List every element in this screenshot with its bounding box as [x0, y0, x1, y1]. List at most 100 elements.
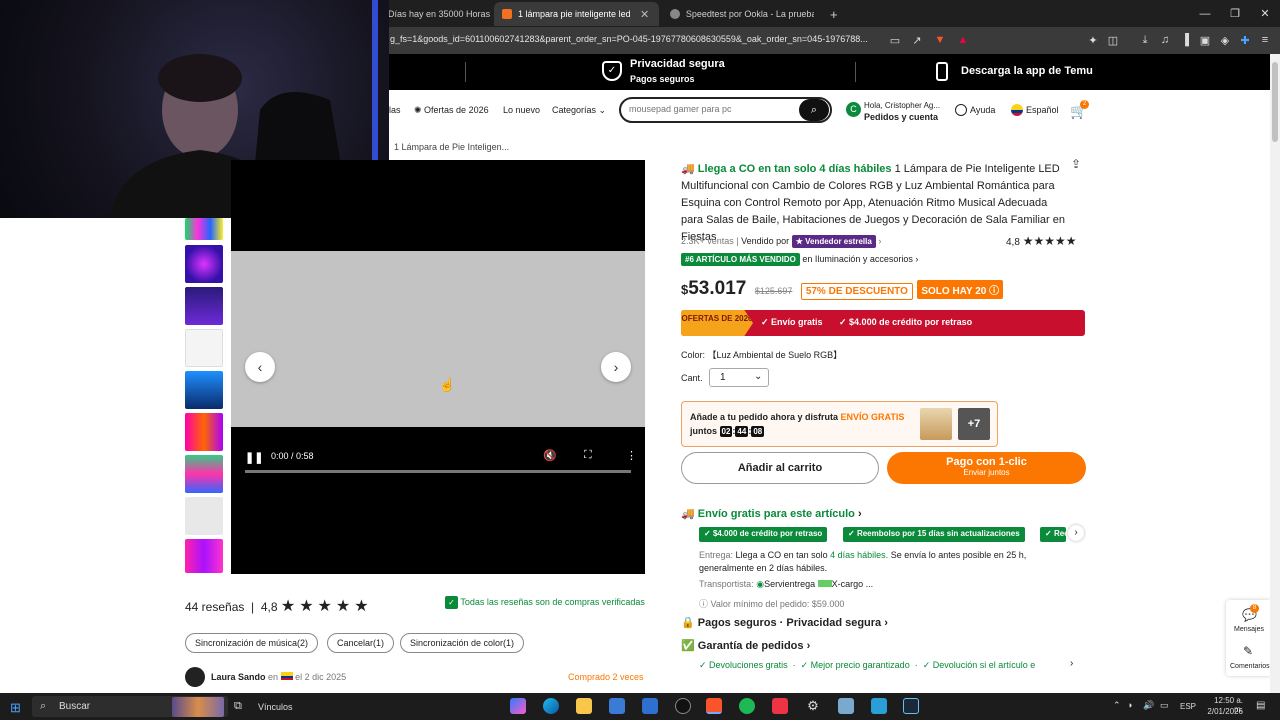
store-icon[interactable] [609, 698, 625, 714]
download-icon[interactable]: ⤓ [1138, 33, 1152, 47]
game-icon[interactable] [772, 698, 788, 714]
taskbar-date[interactable]: 2/01/2026 [1203, 707, 1243, 716]
video-progress-bar[interactable] [245, 470, 631, 473]
add-to-cart-button[interactable]: Añadir al carrito [681, 452, 879, 484]
share-icon[interactable]: ⇪ [1071, 157, 1081, 171]
nav-offers[interactable]: ✺ Ofertas de 2026 [414, 105, 489, 116]
mail-icon[interactable] [642, 698, 658, 714]
user-orders[interactable]: Pedidos y cuenta [864, 112, 938, 122]
free-shipping-title[interactable]: 🚚 Envío gratis para este artículo › [681, 507, 862, 520]
user-greeting[interactable]: Hola, Cristopher Ag... [864, 101, 940, 110]
taskbar-lang[interactable]: ESP [1180, 702, 1196, 711]
guarantee-next-icon[interactable]: › [1070, 658, 1073, 669]
network-icon[interactable]: ▭ [1160, 700, 1169, 711]
nav-item-partial[interactable]: las [389, 105, 401, 115]
copilot-icon[interactable] [510, 698, 526, 714]
tray-chevron-icon[interactable]: ⌃ [1113, 700, 1121, 711]
thumbnail[interactable] [185, 329, 223, 367]
app-icon[interactable] [871, 698, 887, 714]
bundle-promo[interactable]: Añade a tu pedido ahora y disfruta ENVÍO… [681, 401, 998, 447]
buy-now-button[interactable]: Pago con 1-clic Enviar juntos [887, 452, 1086, 484]
review-filter-chip[interactable]: Sincronización de color(1) [400, 633, 525, 653]
menu-icon[interactable]: ≡ [1258, 33, 1272, 47]
quantity-select[interactable]: 1 ⌄ [709, 368, 769, 387]
brave-icon[interactable] [706, 698, 722, 714]
tray-app-icon[interactable]: ◑ [1127, 700, 1132, 710]
prev-image-button[interactable]: ‹ [245, 352, 275, 382]
wallet-icon[interactable]: ▣ [1198, 33, 1212, 47]
edge-icon[interactable] [543, 698, 559, 714]
search-input[interactable] [629, 104, 799, 114]
brave-shield-icon[interactable]: ▼ [933, 33, 947, 47]
fullscreen-icon[interactable]: ⛶ [584, 449, 592, 462]
nav-new[interactable]: Lo nuevo [503, 105, 540, 115]
minimize-icon[interactable]: — [1188, 0, 1222, 27]
thumbnail[interactable] [185, 539, 223, 573]
tab-2-active[interactable]: 1 lámpara pie inteligente led mú ✕ [494, 2, 659, 26]
url-field[interactable]: g_fs=1&goods_id=601100602741283&parent_o… [390, 34, 868, 44]
secure-payments[interactable]: 🔒 Pagos seguros · Privacidad segura › [681, 616, 888, 629]
music-icon[interactable]: ♫ [1158, 33, 1172, 47]
rewards-icon[interactable]: ▲ [956, 33, 970, 47]
product-title-text: 1 Lámpara de Pie Inteligente LED Multifu… [681, 163, 1065, 243]
more-options-icon[interactable]: ⋮ [626, 449, 637, 462]
extension-blue-icon[interactable]: ✚ [1238, 33, 1252, 47]
messages-label[interactable]: Mensajes [1234, 626, 1264, 633]
mute-icon[interactable]: 🔇 [543, 449, 557, 462]
review-filter-chip[interactable]: Sincronización de música(2) [185, 633, 319, 653]
comments-icon[interactable]: ✎ [1243, 644, 1253, 658]
volume-icon[interactable]: 🔊 [1143, 700, 1154, 711]
thumbnail[interactable] [185, 218, 223, 240]
truck-icon: 🚚 [681, 163, 698, 175]
github-icon[interactable] [675, 698, 691, 714]
nav-help[interactable]: Ayuda [970, 105, 995, 115]
notifications-icon[interactable]: ▤ [1256, 700, 1265, 711]
new-tab-button[interactable]: + [822, 2, 844, 26]
spotify-icon[interactable] [739, 698, 755, 714]
thumbnail[interactable] [185, 287, 223, 325]
nav-categories[interactable]: Categorías ⌄ [552, 105, 606, 116]
thumbnail[interactable] [185, 371, 223, 409]
share-icon[interactable]: ↗ [910, 33, 924, 47]
nav-language[interactable]: Español [1026, 105, 1059, 115]
next-image-button[interactable]: › [601, 352, 631, 382]
restore-icon[interactable]: ❐ [1218, 0, 1252, 27]
scrollbar-thumb[interactable] [1272, 62, 1278, 142]
close-window-icon[interactable]: ✕ [1248, 0, 1280, 27]
notepad-icon[interactable] [838, 698, 854, 714]
verified-reviews: ✓ Todas las reseñas son de compras verif… [445, 596, 645, 609]
steam-icon[interactable] [903, 698, 919, 714]
thumbnail[interactable] [185, 413, 223, 451]
thumbnail[interactable] [185, 455, 223, 493]
file-explorer-icon[interactable] [576, 698, 592, 714]
close-tab-icon[interactable]: ✕ [640, 8, 649, 21]
task-view-icon[interactable]: ⧉ [234, 700, 242, 713]
product-video[interactable]: ❚❚ 0:00 / 0:58 🔇 ⛶ ⋮ [231, 160, 645, 574]
screenshot-icon[interactable]: ◫ [1106, 33, 1120, 47]
comments-label[interactable]: Comentarios [1230, 663, 1270, 670]
thumbnail[interactable] [185, 497, 223, 535]
search-button[interactable]: ⌕ [799, 99, 829, 121]
review-filter-chip[interactable]: Cancelar(1) [327, 633, 395, 653]
extensions-icon[interactable]: ✦ [1086, 33, 1100, 47]
rank-row[interactable]: #6 ARTÍCULO MÁS VENDIDO en Iluminación y… [681, 253, 918, 266]
taskbar-links[interactable]: Vínculos [258, 702, 293, 712]
thumbnail[interactable] [185, 245, 223, 283]
breadcrumb[interactable]: 1 Lámpara de Pie Inteligen... [394, 142, 509, 152]
tab-3[interactable]: Speedtest por Ookla - La prueba de [662, 2, 822, 26]
pills-next-button[interactable]: › [1068, 525, 1084, 541]
search-highlight-image [172, 697, 224, 717]
windows-start-icon[interactable]: ⊞ [10, 700, 21, 716]
tab-1[interactable]: Días hay en 35000 Horas? [380, 2, 490, 26]
scrollbar[interactable] [1270, 54, 1280, 693]
product-rating[interactable]: 4,8 ★★★★★ [1006, 234, 1076, 248]
reader-icon[interactable]: ▭ [888, 33, 902, 47]
seller-badge[interactable]: ★ Vendedor estrella [791, 235, 876, 248]
order-guarantee[interactable]: ✅ Garantía de pedidos › [681, 639, 810, 652]
download-app-link[interactable]: Descarga la app de Temu [961, 65, 1093, 77]
avatar[interactable]: C [846, 102, 861, 117]
sidebar-icon[interactable]: ▐ [1178, 33, 1192, 47]
vpn-icon[interactable]: ◈ [1218, 33, 1232, 47]
pause-icon[interactable]: ❚❚ [245, 451, 263, 464]
settings-icon[interactable]: ⚙ [805, 698, 821, 714]
